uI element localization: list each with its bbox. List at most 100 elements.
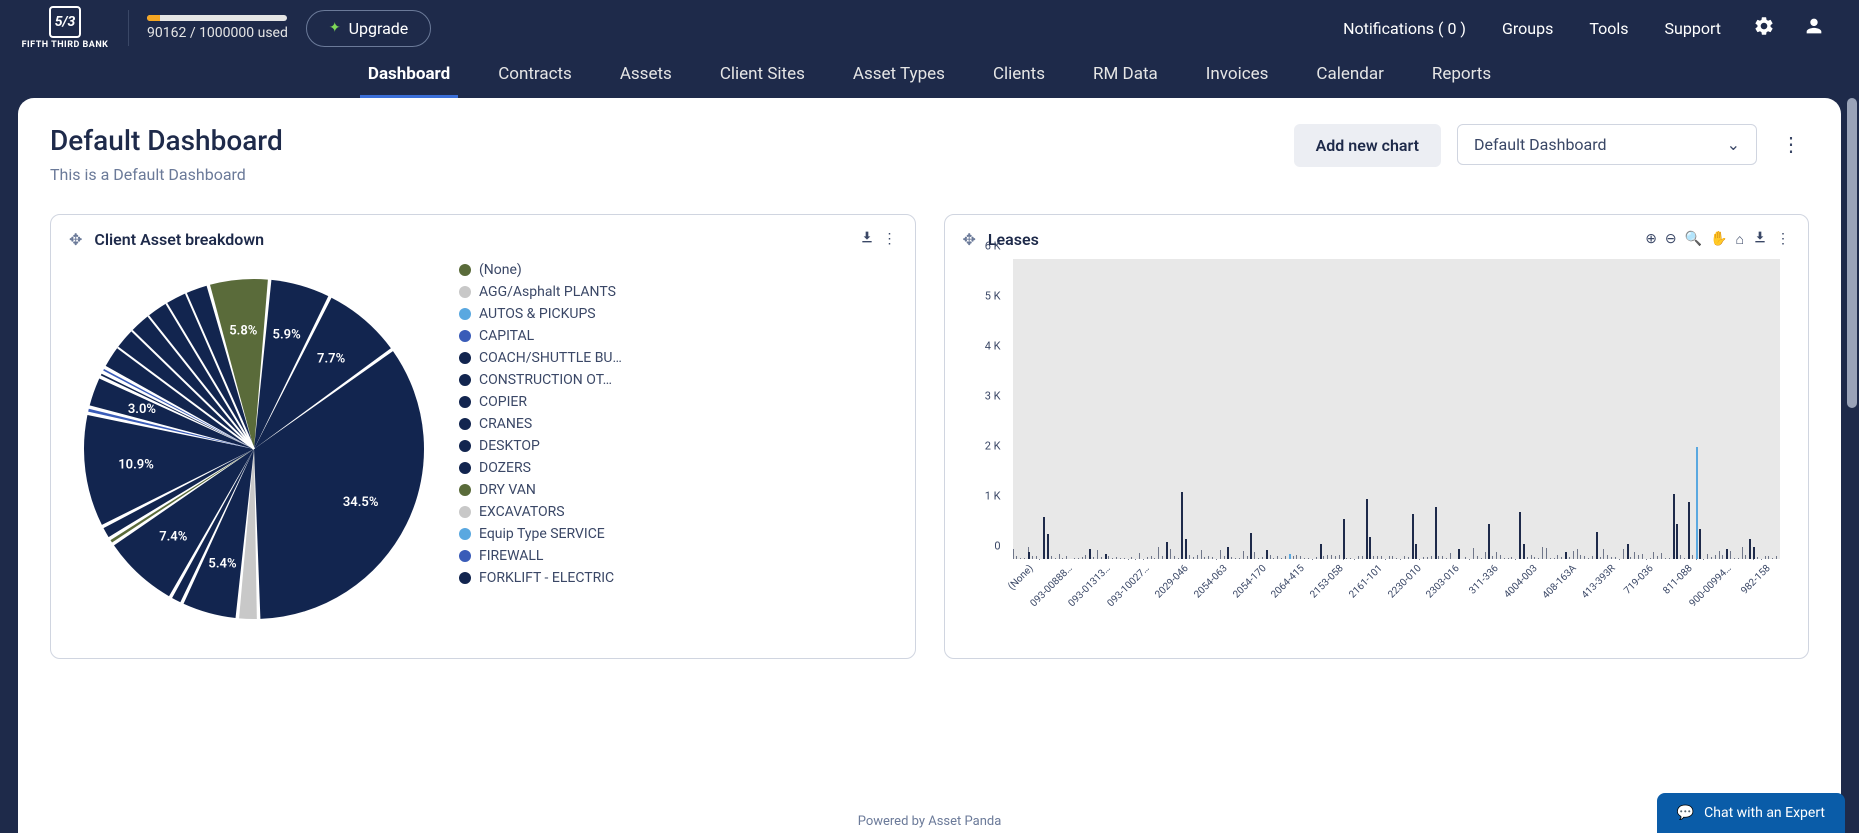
nav-rm-data[interactable]: RM Data [1069, 56, 1182, 98]
nav-invoices[interactable]: Invoices [1182, 56, 1293, 98]
bar[interactable] [1166, 542, 1168, 560]
y-tick: 4 K [985, 340, 1001, 353]
legend-item[interactable]: AGG/Asphalt PLANTS [459, 281, 891, 303]
nav-assets[interactable]: Assets [596, 56, 696, 98]
legend-item[interactable]: CAPITAL [459, 325, 891, 347]
brand-name: FIFTH THIRD BANK [22, 40, 109, 50]
content-card: Default Dashboard This is a Default Dash… [18, 98, 1841, 833]
bar[interactable] [1250, 533, 1252, 559]
legend-item[interactable]: DESKTOP [459, 435, 891, 457]
bar[interactable] [1458, 549, 1460, 559]
legend-item[interactable]: FORKLIFT - ELECTRIC [459, 567, 891, 589]
bar[interactable] [1523, 544, 1525, 559]
add-chart-button[interactable]: Add new chart [1294, 124, 1441, 167]
bar[interactable] [1415, 544, 1417, 559]
leases-card: ✥ Leases ⊕ ⊖ 🔍 ✋ ⌂ ⋮ 01 K2 K3 K4 K5 K6 K… [944, 214, 1810, 659]
settings-icon[interactable] [1739, 7, 1789, 49]
user-icon[interactable] [1789, 7, 1839, 49]
bar[interactable] [1266, 550, 1268, 559]
pan-icon[interactable]: ✋ [1710, 231, 1727, 247]
bar[interactable] [1043, 517, 1045, 560]
tools-link[interactable]: Tools [1571, 11, 1646, 46]
bar[interactable] [1185, 539, 1187, 559]
main-nav: DashboardContractsAssetsClient SitesAsse… [0, 56, 1859, 98]
chevron-down-icon: ⌄ [1727, 135, 1740, 154]
bar[interactable] [1181, 492, 1183, 560]
legend-label: CAPITAL [479, 328, 534, 344]
legend-item[interactable]: Equip Type SERVICE [459, 523, 891, 545]
bar[interactable] [1369, 537, 1371, 560]
brand-logo[interactable]: 5/3 FIFTH THIRD BANK [20, 6, 110, 50]
legend-item[interactable]: FIREWALL [459, 545, 891, 567]
chart-title: Client Asset breakdown [94, 230, 846, 249]
svg-text:5.4%: 5.4% [208, 557, 237, 572]
legend-item[interactable]: (None) [459, 259, 891, 281]
drag-handle-icon[interactable]: ✥ [69, 230, 82, 249]
bar[interactable] [1366, 499, 1368, 559]
page-menu-icon[interactable]: ⋮ [1773, 124, 1809, 164]
bar[interactable] [1412, 514, 1414, 559]
pie-legend[interactable]: (None) AGG/Asphalt PLANTS AUTOS & PICKUPS C… [459, 259, 897, 639]
bar[interactable] [1519, 512, 1521, 560]
nav-calendar[interactable]: Calendar [1292, 56, 1407, 98]
upgrade-button[interactable]: ✦ Upgrade [306, 10, 431, 47]
bar[interactable] [1047, 534, 1049, 559]
drag-handle-icon[interactable]: ✥ [963, 230, 976, 249]
notifications-link[interactable]: Notifications ( 0 ) [1325, 11, 1484, 46]
bar[interactable] [1699, 529, 1701, 559]
legend-label: DESKTOP [479, 438, 540, 454]
bar[interactable] [1028, 552, 1030, 560]
legend-label: (None) [479, 262, 522, 278]
nav-dashboard[interactable]: Dashboard [344, 56, 474, 98]
zoom-in-icon[interactable]: ⊕ [1645, 231, 1657, 247]
legend-item[interactable]: CONSTRUCTION OT… [459, 369, 891, 391]
bar[interactable] [1320, 544, 1322, 559]
bar[interactable] [1696, 447, 1698, 560]
legend-item[interactable]: COPIER [459, 391, 891, 413]
legend-label: EXCAVATORS [479, 504, 565, 520]
x-tick: 408-163A [1540, 563, 1578, 601]
chat-widget[interactable]: 💬 Chat with an Expert [1657, 793, 1845, 833]
bar[interactable] [1596, 532, 1598, 560]
bar[interactable] [1435, 507, 1437, 560]
home-icon[interactable]: ⌂ [1736, 231, 1744, 248]
legend-label: AGG/Asphalt PLANTS [479, 284, 616, 300]
bar[interactable] [1627, 544, 1629, 559]
bar[interactable] [1688, 502, 1690, 560]
legend-item[interactable]: DOZERS [459, 457, 891, 479]
legend-item[interactable]: AUTOS & PICKUPS [459, 303, 891, 325]
groups-link[interactable]: Groups [1484, 11, 1571, 46]
chart-menu-icon[interactable]: ⋮ [883, 231, 897, 247]
legend-item[interactable]: COACH/SHUTTLE BU… [459, 347, 891, 369]
x-tick: 413-393R [1579, 563, 1617, 601]
legend-item[interactable]: EXCAVATORS [459, 501, 891, 523]
legend-item[interactable]: CRANES [459, 413, 891, 435]
chart-title: Leases [988, 230, 1633, 249]
bar[interactable] [1227, 547, 1229, 560]
chart-menu-icon[interactable]: ⋮ [1776, 231, 1790, 247]
nav-clients[interactable]: Clients [969, 56, 1069, 98]
nav-asset-types[interactable]: Asset Types [829, 56, 969, 98]
bar[interactable] [1565, 552, 1567, 560]
download-icon[interactable] [1752, 229, 1768, 249]
bar[interactable] [1673, 494, 1675, 559]
legend-item[interactable]: DRY VAN [459, 479, 891, 501]
legend-label: Equip Type SERVICE [479, 526, 605, 542]
nav-contracts[interactable]: Contracts [474, 56, 596, 98]
download-icon[interactable] [859, 229, 875, 249]
chat-icon: 💬 [1677, 805, 1694, 821]
support-link[interactable]: Support [1647, 11, 1739, 46]
nav-client-sites[interactable]: Client Sites [696, 56, 829, 98]
bar[interactable] [1726, 549, 1728, 559]
bar[interactable] [1749, 539, 1751, 559]
bar[interactable] [1089, 549, 1091, 559]
zoom-icon[interactable]: 🔍 [1685, 231, 1702, 247]
bar[interactable] [1676, 524, 1678, 559]
bar[interactable] [1488, 524, 1490, 559]
dashboard-selector[interactable]: Default Dashboard ⌄ [1457, 124, 1757, 165]
bar[interactable] [1753, 547, 1755, 560]
bar[interactable] [1343, 519, 1345, 559]
scrollbar[interactable] [1847, 98, 1857, 718]
zoom-out-icon[interactable]: ⊖ [1665, 231, 1677, 247]
nav-reports[interactable]: Reports [1408, 56, 1515, 98]
